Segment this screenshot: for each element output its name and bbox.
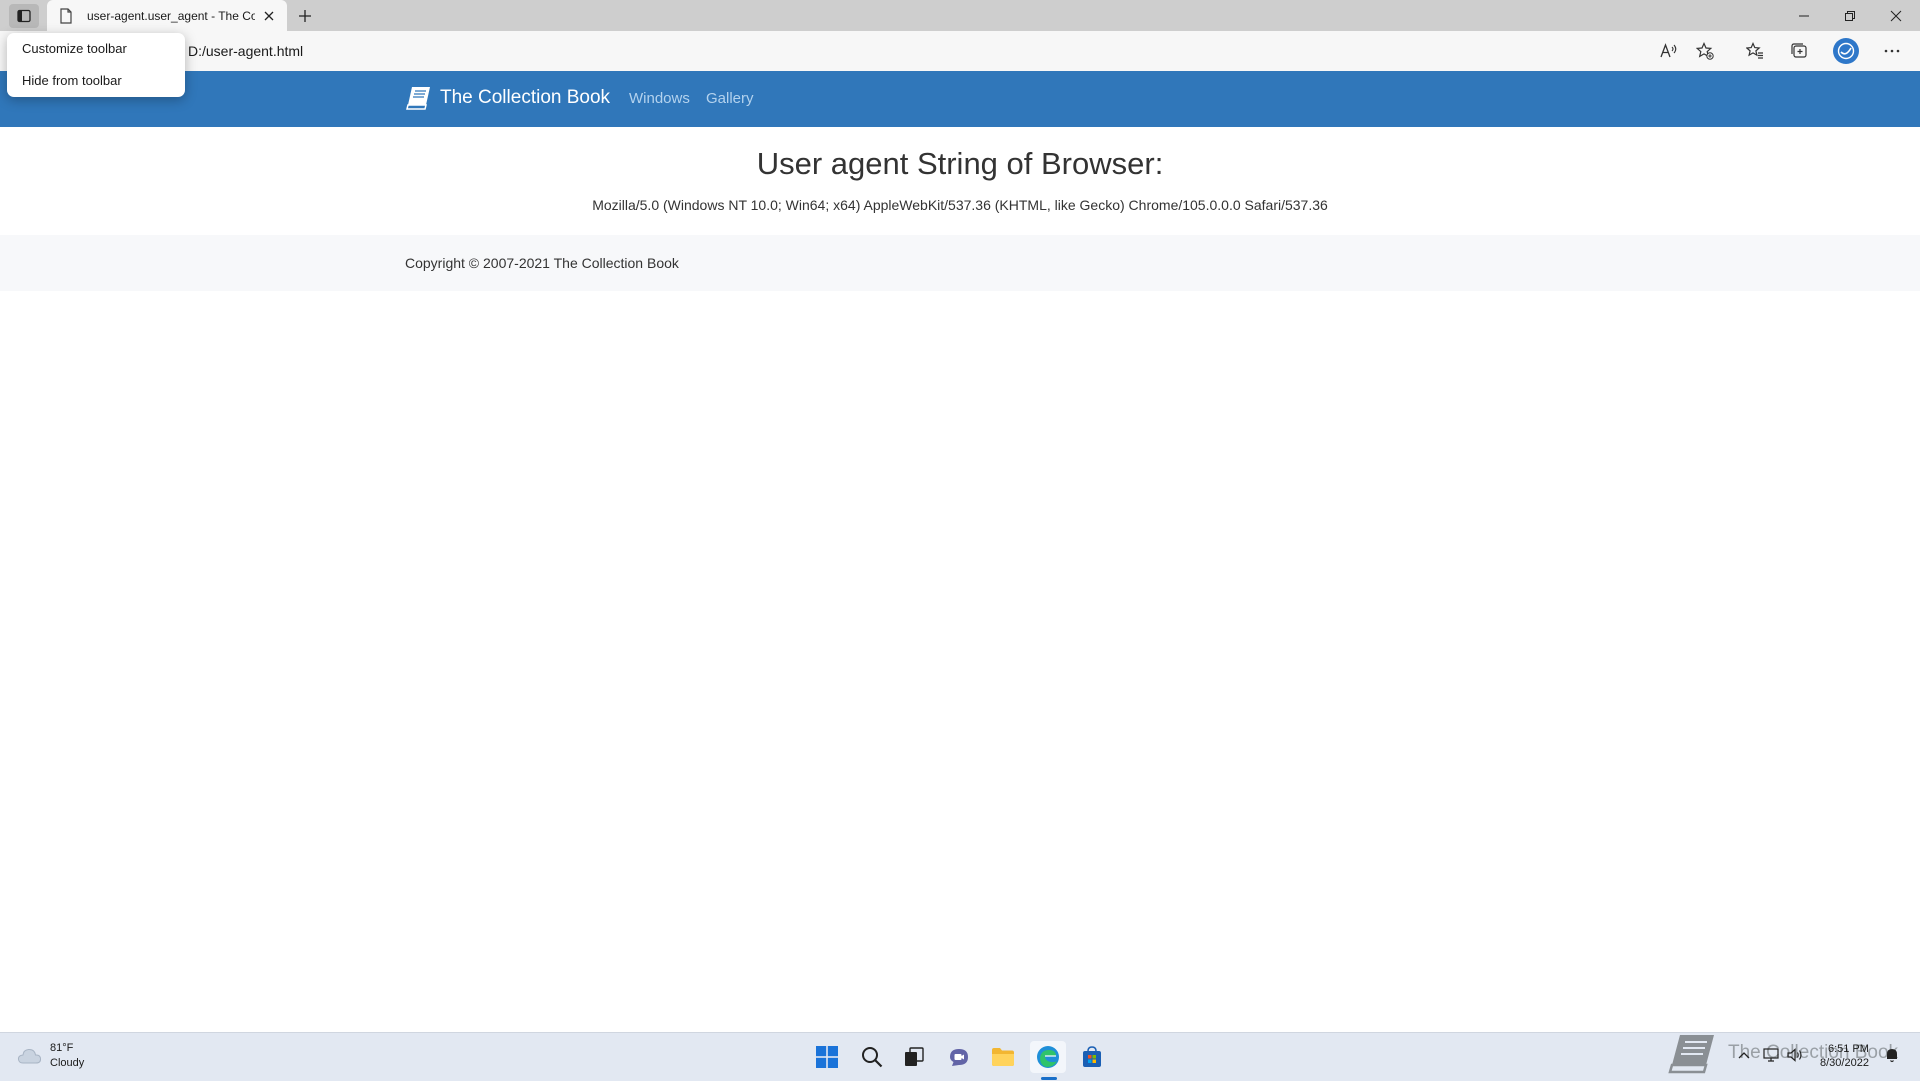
collections-icon	[1791, 43, 1807, 58]
tray-overflow-button[interactable]	[1735, 1046, 1753, 1064]
taskbar-clock[interactable]: 6:51 PM 8/30/2022	[1820, 1042, 1869, 1070]
clock-date: 8/30/2022	[1820, 1057, 1869, 1069]
book-icon	[1668, 1035, 1714, 1074]
teams-chat-button[interactable]	[941, 1041, 977, 1073]
taskbar: 81°F Cloudy	[0, 1032, 1920, 1081]
site-navbar: The Collection Book Windows Gallery	[0, 71, 1920, 127]
search-button[interactable]	[854, 1041, 890, 1073]
volume-button[interactable]	[1786, 1046, 1804, 1064]
address-bar[interactable]: D:/user-agent.html	[188, 43, 303, 59]
menu-item-customize-toolbar[interactable]: Customize toolbar	[22, 41, 127, 56]
plus-icon	[299, 10, 311, 22]
task-view-icon	[905, 1047, 924, 1066]
copyright-text: Copyright © 2007-2021 The Collection Boo…	[405, 255, 679, 271]
notification-bell-icon	[1887, 1049, 1897, 1063]
store-button[interactable]	[1074, 1041, 1110, 1073]
read-aloud-button[interactable]	[1656, 39, 1682, 63]
tab-strip: user-agent.user_agent - The Col	[0, 0, 1920, 31]
book-icon	[404, 83, 434, 113]
page-footer: Copyright © 2007-2021 The Collection Boo…	[0, 235, 1920, 291]
chat-icon	[950, 1049, 968, 1066]
favorites-icon	[1746, 42, 1763, 59]
chevron-up-icon	[1738, 1052, 1750, 1059]
folder-icon	[992, 1048, 1014, 1066]
weather-widget[interactable]: 81°F Cloudy	[16, 1041, 84, 1071]
cloud-icon	[17, 1048, 42, 1064]
close-icon	[264, 11, 274, 20]
collections-button[interactable]	[1786, 39, 1812, 63]
more-icon	[1884, 49, 1900, 53]
tab-close-button[interactable]	[257, 4, 281, 28]
new-tab-button[interactable]	[292, 4, 318, 28]
minimize-button[interactable]	[1781, 0, 1827, 31]
add-favorite-icon	[1696, 42, 1714, 60]
add-favorite-button[interactable]	[1692, 39, 1718, 63]
close-icon	[1890, 10, 1902, 21]
profile-icon	[1837, 42, 1855, 60]
store-icon	[1083, 1046, 1101, 1067]
brand-link[interactable]: The Collection Book	[404, 83, 610, 113]
user-agent-string: Mozilla/5.0 (Windows NT 10.0; Win64; x64…	[592, 197, 1328, 213]
browser-tab[interactable]: user-agent.user_agent - The Col	[47, 0, 287, 31]
favorites-button[interactable]	[1742, 39, 1768, 63]
network-icon	[1763, 1048, 1779, 1062]
nav-link-gallery[interactable]: Gallery	[706, 90, 754, 107]
watermark-text: The Collection Book	[1728, 1042, 1899, 1063]
file-explorer-button[interactable]	[985, 1041, 1021, 1073]
weather-condition: Cloudy	[50, 1057, 85, 1069]
window-close-button[interactable]	[1873, 0, 1919, 31]
tab-actions-button[interactable]	[9, 4, 39, 28]
restore-icon	[1845, 10, 1855, 21]
edge-icon	[1037, 1046, 1059, 1068]
browser-toolbar: D:/user-agent.html	[0, 31, 1920, 71]
restore-button[interactable]	[1827, 0, 1873, 31]
edge-button[interactable]	[1030, 1041, 1066, 1073]
profile-button[interactable]	[1833, 38, 1859, 64]
menu-item-hide-from-toolbar[interactable]: Hide from toolbar	[22, 73, 122, 88]
more-button[interactable]	[1879, 39, 1905, 63]
speaker-icon	[1787, 1048, 1802, 1062]
windows-icon	[816, 1046, 838, 1068]
notifications-button[interactable]	[1883, 1046, 1901, 1064]
toolbar-context-menu: Customize toolbar Hide from toolbar	[7, 33, 185, 97]
page-title: User agent String of Browser:	[756, 146, 1164, 181]
network-button[interactable]	[1762, 1046, 1780, 1064]
tab-title: user-agent.user_agent - The Col	[87, 8, 255, 23]
task-view-button[interactable]	[896, 1041, 932, 1073]
weather-temperature: 81°F	[50, 1042, 74, 1054]
start-button[interactable]	[809, 1041, 845, 1073]
minimize-icon	[1799, 15, 1809, 16]
tab-actions-icon	[17, 9, 31, 23]
search-icon	[862, 1047, 883, 1068]
brand-text: The Collection Book	[440, 87, 611, 108]
clock-time: 6:51 PM	[1827, 1043, 1869, 1055]
read-aloud-icon	[1660, 43, 1677, 58]
page-icon	[59, 7, 75, 24]
nav-link-windows[interactable]: Windows	[629, 90, 690, 107]
